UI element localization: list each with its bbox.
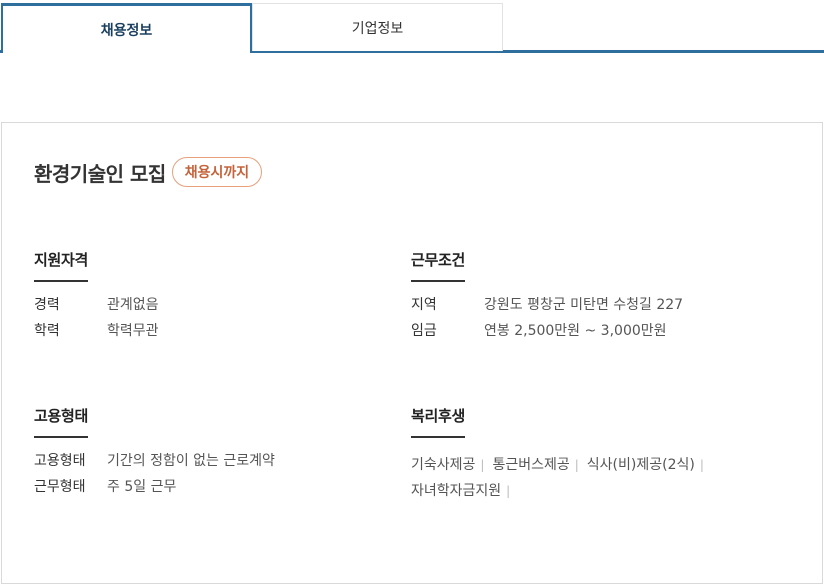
benefit-item-label: 기숙사제공 (411, 457, 476, 473)
benefits-section: 복리후생 기숙사제공 | 통근버스제공 | 식사(비)제공(2식) | 자녀학자금지원 | (411, 405, 771, 504)
employment-title: 고용형태 (34, 405, 88, 438)
benefit-item: 통근버스제공 | (492, 452, 586, 478)
education-value: 학력무관 (107, 323, 159, 339)
career-label: 경력 (34, 297, 60, 313)
employment-type-value: 기간의 정함이 없는 근로계약 (107, 453, 275, 469)
benefit-separator: | (506, 484, 511, 498)
work-type-label: 근무형태 (34, 479, 86, 495)
career-value: 관계없음 (107, 297, 159, 313)
work-type-value: 주 5일 근무 (107, 479, 177, 495)
region-value: 강원도 평창군 미탄면 수청길 227 (484, 297, 684, 313)
employment-section: 고용형태 고용형태 기간의 정함이 없는 근로계약 근무형태 주 5일 근무 (34, 405, 394, 496)
qualification-row-education: 학력 학력무관 (34, 322, 394, 340)
conditions-section: 근무조건 지역 강원도 평창군 미탄면 수청길 227 임금 연봉 2,500만… (411, 249, 771, 340)
education-label: 학력 (34, 323, 60, 339)
benefit-item-label: 통근버스제공 (492, 457, 570, 473)
tab-bar: 채용정보 기업정보 (0, 0, 824, 56)
benefits-title: 복리후생 (411, 405, 465, 438)
benefits-list: 기숙사제공 | 통근버스제공 | 식사(비)제공(2식) | 자녀학자금지원 | (411, 452, 771, 504)
conditions-title: 근무조건 (411, 249, 465, 282)
qualification-row-career: 경력 관계없음 (34, 296, 394, 314)
tab-company-info-label: 기업정보 (351, 20, 404, 37)
benefit-item: 자녀학자금지원 | (411, 478, 518, 504)
tab-job-info-label: 채용정보 (100, 22, 153, 39)
employment-type-label: 고용형태 (34, 453, 86, 469)
benefit-separator: | (480, 458, 485, 472)
region-label: 지역 (411, 297, 437, 313)
benefit-item: 기숙사제공 | (411, 452, 492, 478)
salary-value: 연봉 2,500만원 ~ 3,000만원 (484, 323, 667, 339)
job-title-row: 환경기술인 모집 채용시까지 (34, 157, 263, 187)
conditions-row-region: 지역 강원도 평창군 미탄면 수청길 227 (411, 296, 771, 314)
conditions-row-salary: 임금 연봉 2,500만원 ~ 3,000만원 (411, 322, 771, 340)
tab-job-info[interactable]: 채용정보 (1, 3, 252, 56)
tab-company-info[interactable]: 기업정보 (252, 3, 503, 51)
benefit-item-label: 식사(비)제공(2식) (586, 457, 695, 473)
qualification-section: 지원자격 경력 관계없음 학력 학력무관 (34, 249, 394, 340)
salary-label: 임금 (411, 323, 437, 339)
employment-row-work: 근무형태 주 5일 근무 (34, 478, 394, 496)
benefit-item: 식사(비)제공(2식) | (587, 452, 712, 478)
deadline-badge: 채용시까지 (171, 157, 263, 187)
job-detail-card: 환경기술인 모집 채용시까지 지원자격 경력 관계없음 학력 학력무관 근무조건… (1, 122, 823, 584)
benefit-item-label: 자녀학자금지원 (411, 483, 502, 499)
job-title: 환경기술인 모집 (34, 161, 166, 186)
employment-row-type: 고용형태 기간의 정함이 없는 근로계약 (34, 452, 394, 470)
benefit-separator: | (574, 458, 579, 472)
qualification-title: 지원자격 (34, 249, 88, 282)
benefit-separator: | (699, 458, 704, 472)
